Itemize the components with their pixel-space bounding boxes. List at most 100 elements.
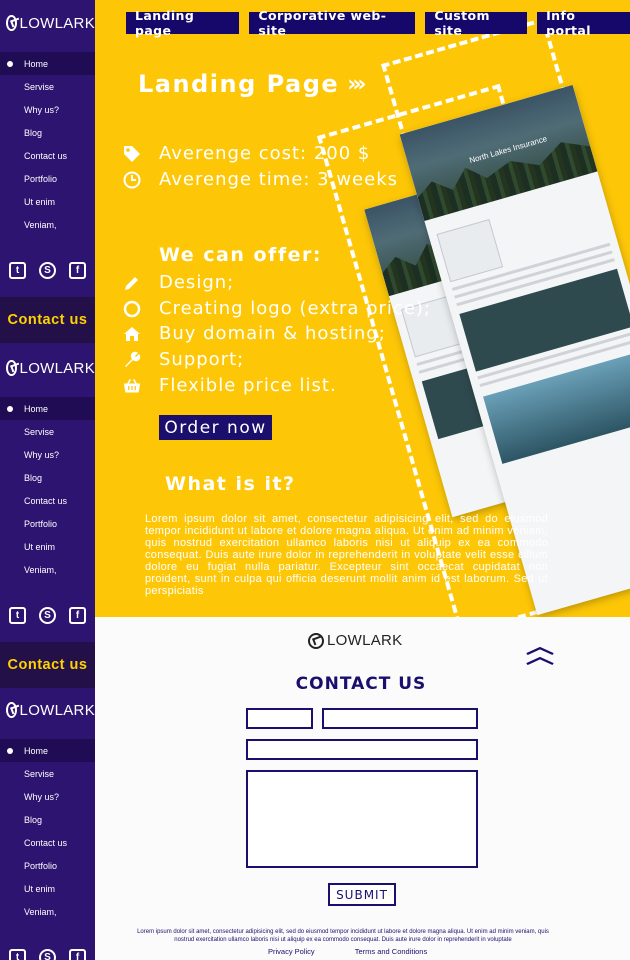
sidebar-item-ut-enim[interactable]: Ut enim xyxy=(0,190,95,213)
tab-custom-site[interactable]: Custom site xyxy=(425,8,528,38)
social-links: t S f xyxy=(0,949,95,960)
sidebar-item-home[interactable]: Home xyxy=(0,739,95,762)
sidebar-item-why-us[interactable]: Why us? xyxy=(0,98,95,121)
sidebar-item-ut-enim[interactable]: Ut enim xyxy=(0,877,95,900)
sidebar-item-home[interactable]: Home xyxy=(0,52,95,75)
sidebar: LOWLARK Home Servise Why us? Blog Contac… xyxy=(0,0,95,960)
email-field[interactable] xyxy=(322,708,478,729)
logo-text: LOWLARK xyxy=(327,632,403,649)
sidebar-item-veniam[interactable]: Veniam, xyxy=(0,900,95,923)
terms-link[interactable]: Terms and Conditions xyxy=(355,947,428,956)
tab-info-portal[interactable]: Info portal xyxy=(537,8,630,38)
sidebar-section: LOWLARK Home Servise Why us? Blog Contac… xyxy=(0,353,95,624)
average-time: Averenge time: 3 weeks xyxy=(159,169,398,190)
main-content: North Lakes Insurance Landing page Corpo… xyxy=(95,0,630,617)
offer-item: Buy domain & hosting; xyxy=(123,323,386,344)
sidebar-item-contact-us[interactable]: Contact us xyxy=(0,489,95,512)
skype-icon[interactable]: S xyxy=(39,607,56,624)
sidebar-item-home[interactable]: Home xyxy=(0,397,95,420)
sidebar-item-portfolio[interactable]: Portfolio xyxy=(0,854,95,877)
pencil-icon xyxy=(123,274,141,292)
contact-section: LOWLARK ︿ ︿ CONTACT US SUBMIT Lorem ipsum… xyxy=(95,617,630,960)
mockup-title: North Lakes Insurance xyxy=(468,134,549,166)
logo[interactable]: LOWLARK xyxy=(0,8,95,38)
sidebar-item-servise[interactable]: Servise xyxy=(0,762,95,785)
scroll-to-top-icon[interactable]: ︿ ︿ xyxy=(526,636,554,666)
offer-item: Flexible price list. xyxy=(123,375,337,396)
offer-label: Flexible price list. xyxy=(159,375,337,396)
circle-icon xyxy=(123,300,141,318)
sidebar-item-veniam[interactable]: Veniam, xyxy=(0,558,95,581)
tab-landing-page[interactable]: Landing page xyxy=(126,8,240,38)
social-links: t S f xyxy=(0,607,95,624)
clock-icon xyxy=(123,171,141,189)
twitter-icon[interactable]: t xyxy=(9,262,26,279)
sidebar-item-blog[interactable]: Blog xyxy=(0,808,95,831)
logo[interactable]: LOWLARK xyxy=(0,353,95,383)
skype-icon[interactable]: S xyxy=(39,949,56,960)
logo-icon xyxy=(6,702,17,718)
sidebar-item-why-us[interactable]: Why us? xyxy=(0,443,95,466)
footer-text: Lorem ipsum dolor sit amet, consectetur … xyxy=(137,929,549,943)
top-nav: Landing page Corporative web-site Custom… xyxy=(126,8,630,38)
logo-icon xyxy=(6,15,17,31)
description-text: Lorem ipsum dolor sit amet, consectetur … xyxy=(145,513,548,597)
contact-us-button[interactable]: Contact us xyxy=(0,297,95,343)
footer-logo[interactable]: LOWLARK xyxy=(308,632,402,649)
logo-text: LOWLARK xyxy=(19,14,95,32)
contact-us-button[interactable]: Contact us xyxy=(0,642,95,688)
sidebar-item-portfolio[interactable]: Portfolio xyxy=(0,167,95,190)
sidebar-item-contact-us[interactable]: Contact us xyxy=(0,831,95,854)
wrench-icon xyxy=(123,351,141,369)
double-chevron-right-icon: »› xyxy=(347,71,366,97)
name-field[interactable] xyxy=(246,708,313,729)
offer-label: Creating logo (extra price); xyxy=(159,298,431,319)
logo-icon xyxy=(6,360,17,376)
tag-icon xyxy=(123,145,141,163)
logo-text: LOWLARK xyxy=(19,359,95,377)
time-row: Averenge time: 3 weeks xyxy=(123,169,398,190)
sidebar-item-portfolio[interactable]: Portfolio xyxy=(0,512,95,535)
offer-title: We can offer: xyxy=(159,244,322,266)
sidebar-section: LOWLARK Home Servise Why us? Blog Contac… xyxy=(0,695,95,960)
logo-text: LOWLARK xyxy=(19,701,95,719)
sidebar-nav: Home Servise Why us? Blog Contact us Por… xyxy=(0,52,95,236)
subject-field[interactable] xyxy=(246,739,478,760)
average-cost: Averenge cost: 200 $ xyxy=(159,143,371,164)
sidebar-item-veniam[interactable]: Veniam, xyxy=(0,213,95,236)
page-title: Landing Page »› xyxy=(138,70,367,98)
skype-icon[interactable]: S xyxy=(39,262,56,279)
offer-item: Design; xyxy=(123,272,234,293)
sidebar-nav: Home Servise Why us? Blog Contact us Por… xyxy=(0,397,95,581)
facebook-icon[interactable]: f xyxy=(69,949,86,960)
page-title-text: Landing Page xyxy=(138,70,340,98)
home-icon xyxy=(123,325,141,343)
message-field[interactable] xyxy=(246,770,478,868)
footer-links: Privacy Policy Terms and Conditions xyxy=(268,947,427,956)
sidebar-item-contact-us[interactable]: Contact us xyxy=(0,144,95,167)
logo[interactable]: LOWLARK xyxy=(0,695,95,725)
cost-row: Averenge cost: 200 $ xyxy=(123,143,370,164)
sidebar-item-why-us[interactable]: Why us? xyxy=(0,785,95,808)
offer-item: Support; xyxy=(123,349,244,370)
logo-icon xyxy=(308,632,324,649)
order-now-button[interactable]: Order now xyxy=(159,415,272,440)
privacy-policy-link[interactable]: Privacy Policy xyxy=(268,947,315,956)
basket-icon xyxy=(123,377,141,395)
sidebar-item-servise[interactable]: Servise xyxy=(0,75,95,98)
facebook-icon[interactable]: f xyxy=(69,262,86,279)
sidebar-item-blog[interactable]: Blog xyxy=(0,121,95,144)
sidebar-item-blog[interactable]: Blog xyxy=(0,466,95,489)
offer-item: Creating logo (extra price); xyxy=(123,298,431,319)
sidebar-section: LOWLARK Home Servise Why us? Blog Contac… xyxy=(0,8,95,279)
what-is-it-title: What is it? xyxy=(165,473,296,495)
facebook-icon[interactable]: f xyxy=(69,607,86,624)
submit-button[interactable]: SUBMIT xyxy=(328,883,396,906)
offer-label: Buy domain & hosting; xyxy=(159,323,386,344)
contact-title: CONTACT US xyxy=(295,674,427,694)
tab-corporative-web-site[interactable]: Corporative web-site xyxy=(249,8,416,38)
twitter-icon[interactable]: t xyxy=(9,949,26,960)
sidebar-item-servise[interactable]: Servise xyxy=(0,420,95,443)
sidebar-item-ut-enim[interactable]: Ut enim xyxy=(0,535,95,558)
twitter-icon[interactable]: t xyxy=(9,607,26,624)
